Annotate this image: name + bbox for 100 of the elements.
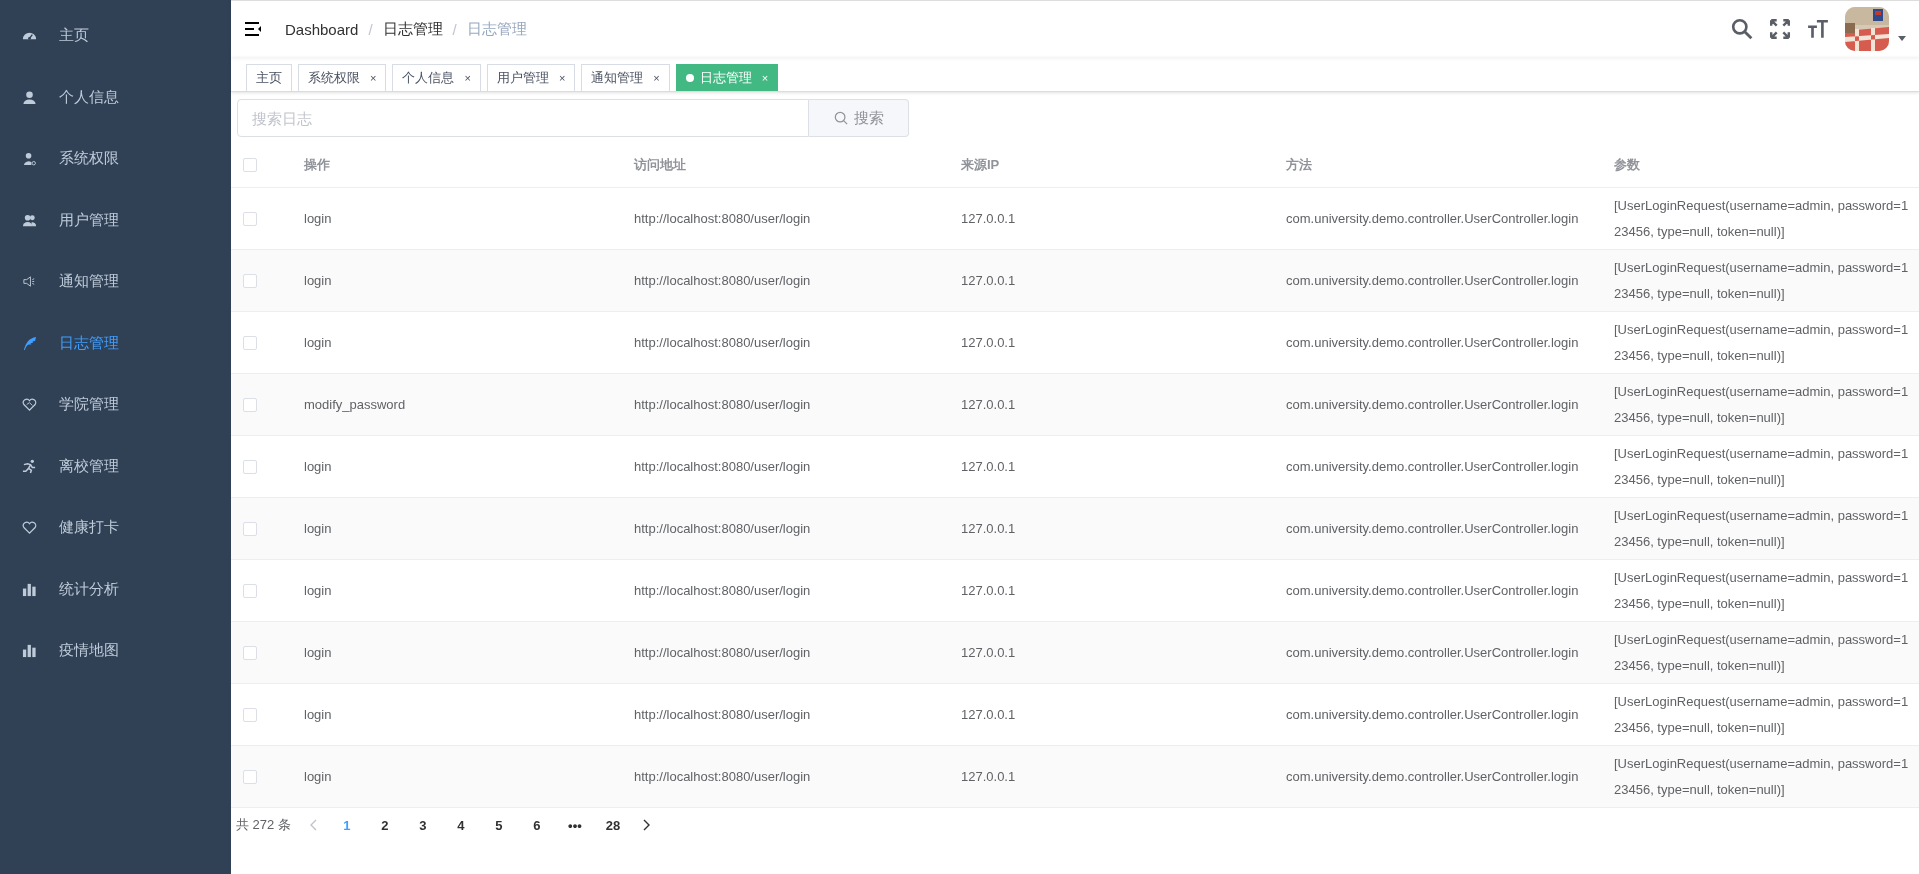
page-number[interactable]: 3 [412, 817, 433, 833]
caret-icon[interactable] [1897, 33, 1907, 43]
sidebar-item[interactable]: 离校管理 [0, 435, 231, 497]
table-cell: http://localhost:8080/user/login [634, 520, 811, 536]
row-checkbox[interactable] [243, 273, 257, 288]
sidebar-item[interactable]: 日志管理 [0, 312, 231, 374]
column-header: 来源IP [961, 157, 1000, 172]
sidebar-item[interactable]: 健康打卡 [0, 497, 231, 559]
table-cell: 127.0.0.1 [961, 396, 1016, 412]
table-cell: http://localhost:8080/user/login [634, 396, 811, 412]
previous-page-icon[interactable] [308, 819, 319, 831]
table-cell: [UserLoginRequest(username=admin, password=123456, type=null, token=null)] [1614, 445, 1909, 487]
column-header: 操作 [304, 157, 330, 172]
table-cell: com.university.demo.controller.UserController.login [1286, 582, 1579, 598]
table-cell: [UserLoginRequest(username=admin, password=123456, type=null, token=null)] [1614, 321, 1909, 363]
users-icon [22, 212, 37, 228]
row-checkbox[interactable] [243, 459, 257, 474]
tag[interactable]: 系统权限 × [298, 64, 387, 91]
menu-icon[interactable] [243, 19, 263, 39]
page-number[interactable]: 2 [374, 817, 395, 833]
table-cell: com.university.demo.controller.UserController.login [1286, 768, 1579, 784]
table-cell: com.university.demo.controller.UserController.login [1286, 644, 1579, 660]
tag[interactable]: 通知管理 × [581, 64, 670, 91]
table-cell: login [304, 706, 332, 722]
row-checkbox[interactable] [243, 335, 257, 350]
bar-chart-icon [22, 643, 37, 659]
table-cell: http://localhost:8080/user/login [634, 706, 811, 722]
select-all-checkbox[interactable] [243, 158, 257, 172]
page-number[interactable]: 6 [526, 817, 547, 833]
search-icon[interactable] [1731, 18, 1753, 40]
search-icon [833, 111, 848, 125]
table-cell: http://localhost:8080/user/login [634, 272, 811, 288]
close-icon[interactable]: × [464, 72, 471, 84]
table-cell: 127.0.0.1 [961, 210, 1016, 226]
sidebar-item[interactable]: 统计分析 [0, 558, 231, 620]
tag[interactable]: 个人信息 × [392, 64, 481, 91]
table-cell: login [304, 334, 332, 350]
sidebar-item[interactable]: 学院管理 [0, 374, 231, 436]
user-icon [22, 89, 37, 105]
breadcrumb-item[interactable]: Dashboard [285, 20, 359, 38]
running-icon [22, 458, 37, 474]
table-cell: com.university.demo.controller.UserController.login [1286, 396, 1579, 412]
page-number[interactable]: 4 [450, 817, 471, 833]
table-cell: http://localhost:8080/user/login [634, 582, 811, 598]
row-checkbox[interactable] [243, 397, 257, 412]
sidebar-item[interactable]: 系统权限 [0, 128, 231, 190]
row-checkbox[interactable] [243, 769, 257, 784]
sidebar-item[interactable]: 个人信息 [0, 66, 231, 128]
page-number[interactable]: ••• [564, 817, 585, 833]
table-cell: com.university.demo.controller.UserController.login [1286, 520, 1579, 536]
active-dot-icon [685, 74, 694, 82]
heart-handshake-icon [22, 397, 37, 413]
close-icon[interactable]: × [653, 72, 660, 84]
fullscreen-icon[interactable] [1769, 18, 1791, 40]
table-cell: com.university.demo.controller.UserController.login [1286, 334, 1579, 350]
close-icon[interactable]: × [558, 72, 566, 84]
column-header: 参数 [1614, 157, 1640, 172]
table-cell: modify_password [304, 396, 406, 412]
table-cell: [UserLoginRequest(username=admin, password=123456, type=null, token=null)] [1614, 693, 1909, 735]
table-cell: 127.0.0.1 [961, 272, 1016, 288]
search-field[interactable]: 搜索日志 [237, 99, 809, 137]
close-icon[interactable]: × [370, 72, 377, 84]
bar-chart-icon [22, 581, 37, 597]
row-checkbox[interactable] [243, 583, 257, 598]
page-number[interactable]: 28 [602, 817, 623, 833]
table-cell: [UserLoginRequest(username=admin, password=123456, type=null, token=null)] [1614, 259, 1909, 301]
table-cell: com.university.demo.controller.UserController.login [1286, 210, 1579, 226]
column-header: 访问地址 [634, 157, 686, 172]
breadcrumb-separator: / [452, 20, 457, 38]
sidebar-item[interactable]: 通知管理 [0, 251, 231, 313]
breadcrumb-separator: / [368, 20, 373, 38]
table-cell: 127.0.0.1 [961, 768, 1016, 784]
breadcrumb-item[interactable]: 日志管理 [382, 19, 443, 39]
breadcrumb-item: 日志管理 [466, 19, 527, 39]
table-cell: http://localhost:8080/user/login [634, 644, 811, 660]
tag[interactable]: 主页 [246, 64, 292, 91]
table-cell: 127.0.0.1 [961, 520, 1016, 536]
table-cell: [UserLoginRequest(username=admin, password=123456, type=null, token=null)] [1614, 197, 1909, 239]
table-cell: http://localhost:8080/user/login [634, 458, 811, 474]
row-checkbox[interactable] [243, 211, 257, 226]
table-cell: login [304, 644, 332, 660]
heart-icon [22, 520, 37, 536]
table-cell: http://localhost:8080/user/login [634, 334, 811, 350]
sidebar-item[interactable]: 主页 [0, 5, 231, 67]
table-cell: login [304, 520, 332, 536]
table-cell: 127.0.0.1 [961, 458, 1016, 474]
page-number[interactable]: 5 [488, 817, 509, 833]
row-checkbox[interactable] [243, 521, 257, 536]
sidebar-item[interactable]: 疫情地图 [0, 620, 231, 682]
table-cell: [UserLoginRequest(username=admin, password=123456, type=null, token=null)] [1614, 569, 1909, 611]
row-checkbox[interactable] [243, 707, 257, 722]
table-cell: [UserLoginRequest(username=admin, password=123456, type=null, token=null)] [1614, 383, 1909, 425]
table-cell: login [304, 582, 332, 598]
table-cell: login [304, 768, 332, 784]
tag[interactable]: 用户管理 × [486, 64, 576, 91]
table-cell: 127.0.0.1 [961, 582, 1016, 598]
sidebar-item[interactable]: 用户管理 [0, 189, 231, 251]
feather-icon [22, 335, 37, 351]
row-checkbox[interactable] [243, 645, 257, 660]
font-size-icon[interactable] [1807, 18, 1829, 40]
